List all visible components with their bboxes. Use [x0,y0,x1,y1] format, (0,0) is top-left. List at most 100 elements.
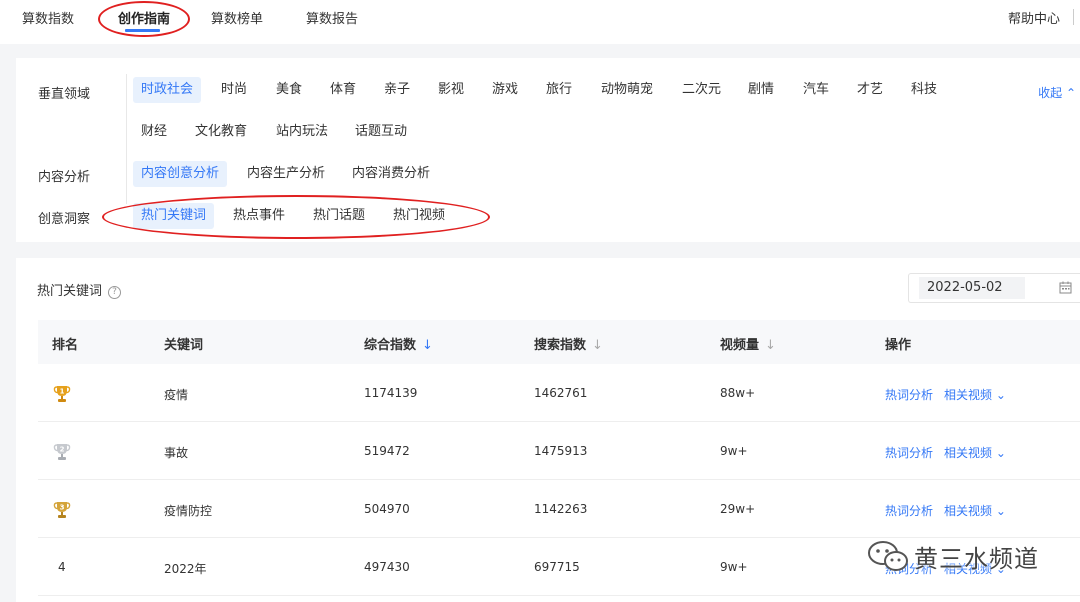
search-cell: 1142263 [534,502,588,516]
table-header: 排名 关键词 综合指数 ↓ 搜索指数 ↓ 视频量 ↓ 操作 [38,320,1080,364]
chip-games[interactable]: 游戏 [484,77,526,103]
chip-finance[interactable]: 财经 [133,119,175,145]
col-operations: 操作 [885,338,912,353]
composite-cell: 1174139 [364,386,418,400]
chip-auto[interactable]: 汽车 [795,77,837,103]
tab-rankings[interactable]: 算数榜单 [211,8,263,27]
search-cell: 1462761 [534,386,588,400]
col-video-label: 视频量 [720,338,760,353]
chip-acg[interactable]: 二次元 [674,77,729,103]
silver-trophy-icon: 2 [53,444,71,460]
active-tab-indicator [125,29,160,32]
chevron-up-icon: ⌃ [1065,86,1076,100]
related-videos-dropdown[interactable]: 相关视频 ⌄ [944,444,1006,461]
chip-food[interactable]: 美食 [268,77,310,103]
chip-content-idea-analysis[interactable]: 内容创意分析 [133,161,228,187]
tab-index[interactable]: 算数指数 [22,8,74,27]
watermark-text: 黄三水频道 [914,545,1039,573]
help-icon[interactable]: ? [108,286,122,299]
chevron-down-icon: ⌄ [995,504,1006,518]
filter-panel: 垂直领域 时政社会 时尚 美食 体育 亲子 影视 游戏 旅行 动物萌宠 二次元 … [16,58,1080,242]
video-count-cell: 9w+ [720,560,748,574]
creative-insight-label: 创意洞察 [38,212,91,227]
related-videos-label: 相关视频 [944,388,993,402]
chip-culture-education[interactable]: 文化教育 [187,119,255,145]
chip-hot-topics[interactable]: 热门话题 [305,203,373,229]
watermark: 黄三水频道 [866,536,1066,576]
col-search-index[interactable]: 搜索指数 ↓ [534,334,603,353]
table-row: 1 疫情 1174139 1462761 88w+ 热词分析 相关视频 ⌄ [38,364,1080,422]
keyword-analysis-link[interactable]: 热词分析 [885,386,933,403]
chip-politics-society[interactable]: 时政社会 [133,77,202,103]
video-count-cell: 88w+ [720,386,756,400]
rank-cell: 4 [58,560,66,574]
calendar-icon[interactable] [1059,281,1072,294]
content-analysis-label: 内容分析 [38,170,91,185]
chip-talent[interactable]: 才艺 [849,77,891,103]
vertical-domain-label: 垂直领域 [38,87,91,102]
chip-travel[interactable]: 旅行 [538,77,580,103]
sort-icon[interactable]: ↓ [765,338,776,353]
collapse-label: 收起 [1038,86,1063,100]
collapse-button[interactable]: 收起 ⌃ [1038,84,1076,101]
svg-text:1: 1 [60,388,65,396]
gold-trophy-icon: 1 [53,386,71,402]
tab-reports[interactable]: 算数报告 [306,8,358,27]
search-cell: 1475913 [534,444,588,458]
chevron-down-icon: ⌄ [995,446,1006,460]
related-videos-dropdown[interactable]: 相关视频 ⌄ [944,386,1006,403]
chip-hot-keywords[interactable]: 热门关键词 [133,203,215,229]
video-count-cell: 9w+ [720,444,748,458]
tab-creation-guide[interactable]: 创作指南 [118,8,170,27]
keyword-cell: 疫情 [164,388,189,402]
keyword-analysis-link[interactable]: 热词分析 [885,444,933,461]
chip-drama[interactable]: 剧情 [740,77,782,103]
bronze-trophy-icon: 3 [53,502,71,518]
top-nav: 算数指数 创作指南 算数榜单 算数报告 帮助中心 [0,0,1080,44]
composite-cell: 497430 [364,560,410,574]
chip-fashion[interactable]: 时尚 [213,77,255,103]
chip-pets[interactable]: 动物萌宠 [593,77,661,103]
panel-title-text: 热门关键词 [37,284,103,299]
chip-hot-videos[interactable]: 热门视频 [385,203,453,229]
composite-cell: 504970 [364,502,410,516]
date-value[interactable]: 2022-05-02 [919,277,1025,299]
svg-text:3: 3 [60,504,65,512]
keyword-analysis-link[interactable]: 热词分析 [885,502,933,519]
chip-hot-events[interactable]: 热点事件 [225,203,293,229]
chip-tech[interactable]: 科技 [903,77,945,103]
composite-cell: 519472 [364,444,410,458]
nav-divider [1073,9,1074,25]
col-search-label: 搜索指数 [534,338,587,353]
col-keyword: 关键词 [164,338,204,353]
chip-parenting[interactable]: 亲子 [376,77,418,103]
filter-divider [126,74,127,204]
chip-film-tv[interactable]: 影视 [430,77,472,103]
chip-in-app-play[interactable]: 站内玩法 [268,119,336,145]
col-composite-label: 综合指数 [364,338,417,353]
col-rank: 排名 [52,338,79,353]
sort-icon[interactable]: ↓ [592,338,603,353]
table-row: 2 事故 519472 1475913 9w+ 热词分析 相关视频 ⌄ [38,422,1080,480]
date-picker[interactable]: 2022-05-02 [908,273,1080,303]
related-videos-label: 相关视频 [944,504,993,518]
chip-topic-interaction[interactable]: 话题互动 [347,119,415,145]
video-count-cell: 29w+ [720,502,756,516]
svg-text:2: 2 [60,446,65,454]
help-center-link[interactable]: 帮助中心 [1008,8,1060,27]
chip-sports[interactable]: 体育 [322,77,364,103]
panel-title: 热门关键词? [37,280,122,299]
keyword-cell: 疫情防控 [164,504,213,518]
chip-content-consumption-analysis[interactable]: 内容消费分析 [344,161,438,187]
table-row: 3 疫情防控 504970 1142263 29w+ 热词分析 相关视频 ⌄ [38,480,1080,538]
chevron-down-icon: ⌄ [995,388,1006,402]
col-video-count[interactable]: 视频量 ↓ [720,334,776,353]
sort-desc-icon[interactable]: ↓ [422,338,433,353]
keyword-cell: 事故 [164,446,189,460]
search-cell: 697715 [534,560,580,574]
related-videos-dropdown[interactable]: 相关视频 ⌄ [944,502,1006,519]
wechat-icon [868,541,908,571]
keyword-cell: 2022年 [164,562,207,576]
col-composite-index[interactable]: 综合指数 ↓ [364,334,433,353]
chip-content-production-analysis[interactable]: 内容生产分析 [239,161,333,187]
